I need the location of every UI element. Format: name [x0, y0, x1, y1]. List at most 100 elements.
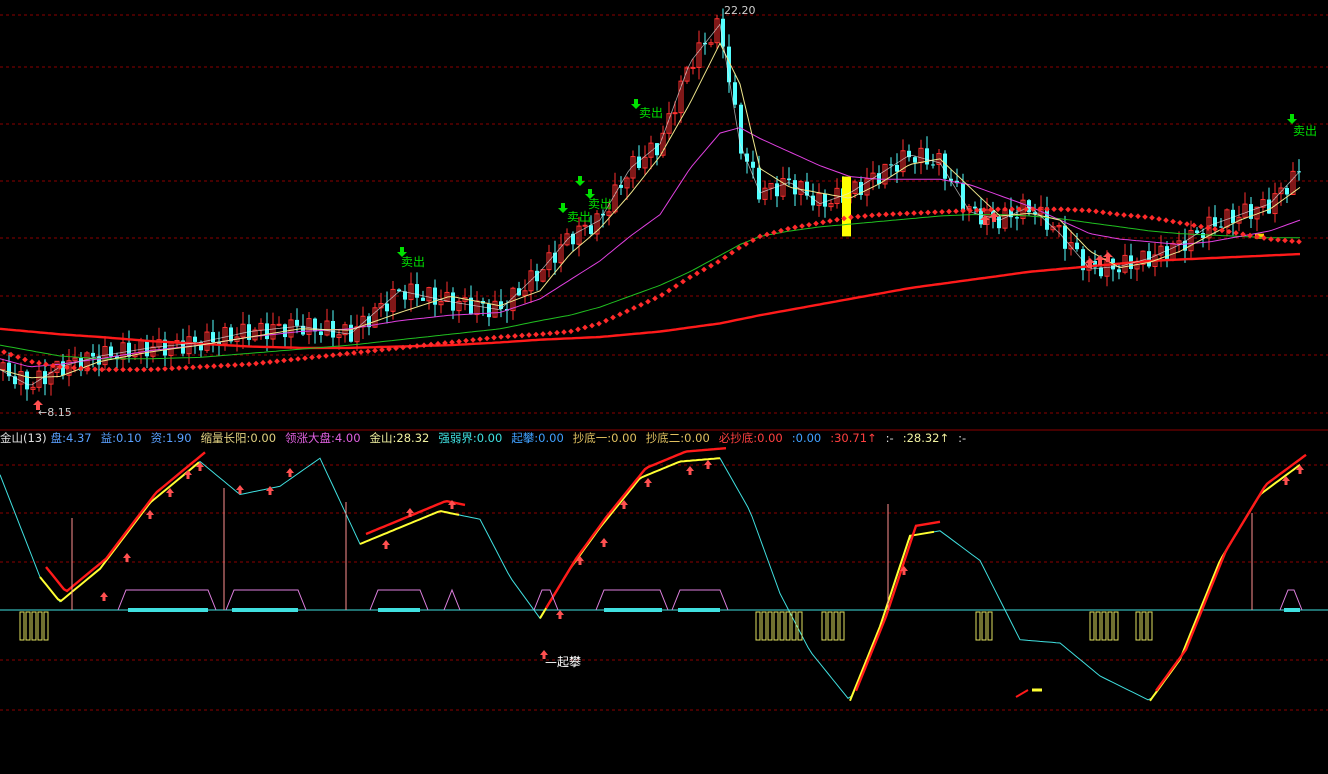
osc-yellow-bar: [1141, 611, 1147, 641]
candle-body-down: [925, 148, 929, 165]
trend-dot: [1156, 216, 1162, 222]
candle-body-down: [385, 303, 389, 312]
trend-dot: [1163, 217, 1169, 224]
trend-dot: [799, 223, 805, 229]
trend-dot: [1093, 208, 1099, 215]
trend-dot: [1142, 214, 1148, 220]
low-price-label: ←8.15: [38, 406, 72, 419]
osc-yellow-bar: [19, 611, 25, 641]
candle-body-down: [211, 332, 215, 343]
trend-dot: [253, 360, 259, 367]
osc-dash-red: [1015, 689, 1029, 698]
trend-dot: [876, 211, 882, 218]
trend-dot: [547, 330, 553, 337]
trend-dot: [694, 270, 700, 277]
osc-yellow-bar: [839, 611, 845, 641]
trend-dot: [197, 364, 203, 370]
trend-dot: [183, 364, 189, 371]
candle-body-down: [997, 216, 1001, 229]
candle-body-down: [757, 167, 761, 200]
osc-base-bar: [378, 608, 420, 612]
candle-body-down: [751, 161, 755, 168]
candle-body-down: [421, 297, 425, 301]
trend-dot: [190, 364, 196, 371]
candle-body-down: [1285, 187, 1289, 195]
trend-dot: [617, 311, 623, 318]
trend-dot: [673, 283, 679, 289]
trend-dot: [519, 332, 525, 339]
trend-dot: [708, 262, 714, 269]
candle-body-down: [889, 164, 893, 166]
trend-dot: [512, 333, 518, 339]
candle-body-down: [319, 331, 323, 335]
trend-dot: [232, 362, 238, 368]
osc-trapezoid: [1279, 589, 1303, 611]
trend-dot: [1121, 212, 1127, 218]
trend-dot: [1079, 207, 1085, 214]
osc-rising-red: [544, 447, 727, 609]
trend-dot: [71, 365, 77, 371]
trend-dot: [1289, 238, 1295, 244]
trend-dot: [337, 351, 343, 358]
candle-body-down: [193, 336, 197, 342]
indicator-bichaodi: 必抄底:0.00: [718, 431, 783, 445]
trend-dot: [911, 210, 917, 216]
osc-base-bar: [678, 608, 720, 612]
trend-dot: [624, 308, 630, 314]
osc-yellow-bar: [1101, 611, 1107, 641]
trend-dot: [701, 266, 707, 273]
osc-buy-arrow-icon: [286, 468, 294, 477]
osc-yellow-bar: [791, 611, 797, 641]
indicator-chaodi2: 抄底二:0.00: [645, 431, 710, 445]
osc-rising-yellow: [539, 457, 721, 619]
trend-dot: [372, 347, 378, 354]
trend-dot: [148, 366, 154, 373]
osc-rising-yellow: [1149, 463, 1301, 702]
trend-dot: [120, 366, 126, 373]
candle-body-up: [690, 66, 696, 69]
indicator-zi: 资:1.90: [150, 431, 192, 445]
trend-dot: [1065, 206, 1071, 213]
trend-dot: [498, 334, 504, 340]
osc-trapezoid: [117, 589, 217, 611]
trend-dot: [225, 362, 231, 369]
grid-lines: [0, 14, 1328, 711]
trend-dot: [925, 209, 931, 216]
indicator-jinshan: 金山:28.32: [369, 431, 430, 445]
indicator-yi: 益:0.10: [100, 431, 142, 445]
trend-dot: [484, 335, 490, 342]
indicator-lingzhang: 领涨大盘:4.00: [285, 431, 361, 445]
trend-dot: [890, 211, 896, 217]
trend-dot: [162, 365, 168, 372]
osc-trapezoid: [369, 589, 429, 611]
osc-yellow-bar: [987, 611, 993, 641]
osc-base-bar: [128, 608, 208, 612]
osc-yellow-bar: [827, 611, 833, 641]
osc-rising-red: [1155, 453, 1307, 692]
trend-dot: [897, 210, 903, 217]
osc-cyan-line: [0, 457, 1301, 701]
osc-buy-arrow-icon: [600, 538, 608, 547]
trend-dot: [561, 329, 567, 335]
trend-dot: [1184, 221, 1190, 227]
candle-body-down: [775, 183, 779, 197]
osc-rising-red: [365, 499, 466, 536]
osc-yellow-bar: [43, 611, 49, 641]
sell-label-3: 卖出: [588, 197, 613, 211]
trend-dot: [477, 336, 483, 342]
trend-dot: [680, 278, 686, 285]
candle-body-down: [97, 356, 101, 365]
osc-yellow-bar: [1089, 611, 1095, 641]
trend-dot: [113, 366, 119, 373]
qipan-dash: —: [545, 655, 557, 669]
trend-dot: [1072, 207, 1078, 213]
trend-dot: [946, 208, 952, 215]
trend-dot: [995, 206, 1001, 213]
osc-yellow-bar: [779, 611, 785, 641]
trend-dot: [288, 356, 294, 363]
candle-body-down: [91, 352, 95, 357]
trend-dot: [932, 209, 938, 215]
trend-dot: [869, 212, 875, 219]
candle-body-down: [793, 180, 797, 195]
trend-dot: [323, 353, 329, 359]
